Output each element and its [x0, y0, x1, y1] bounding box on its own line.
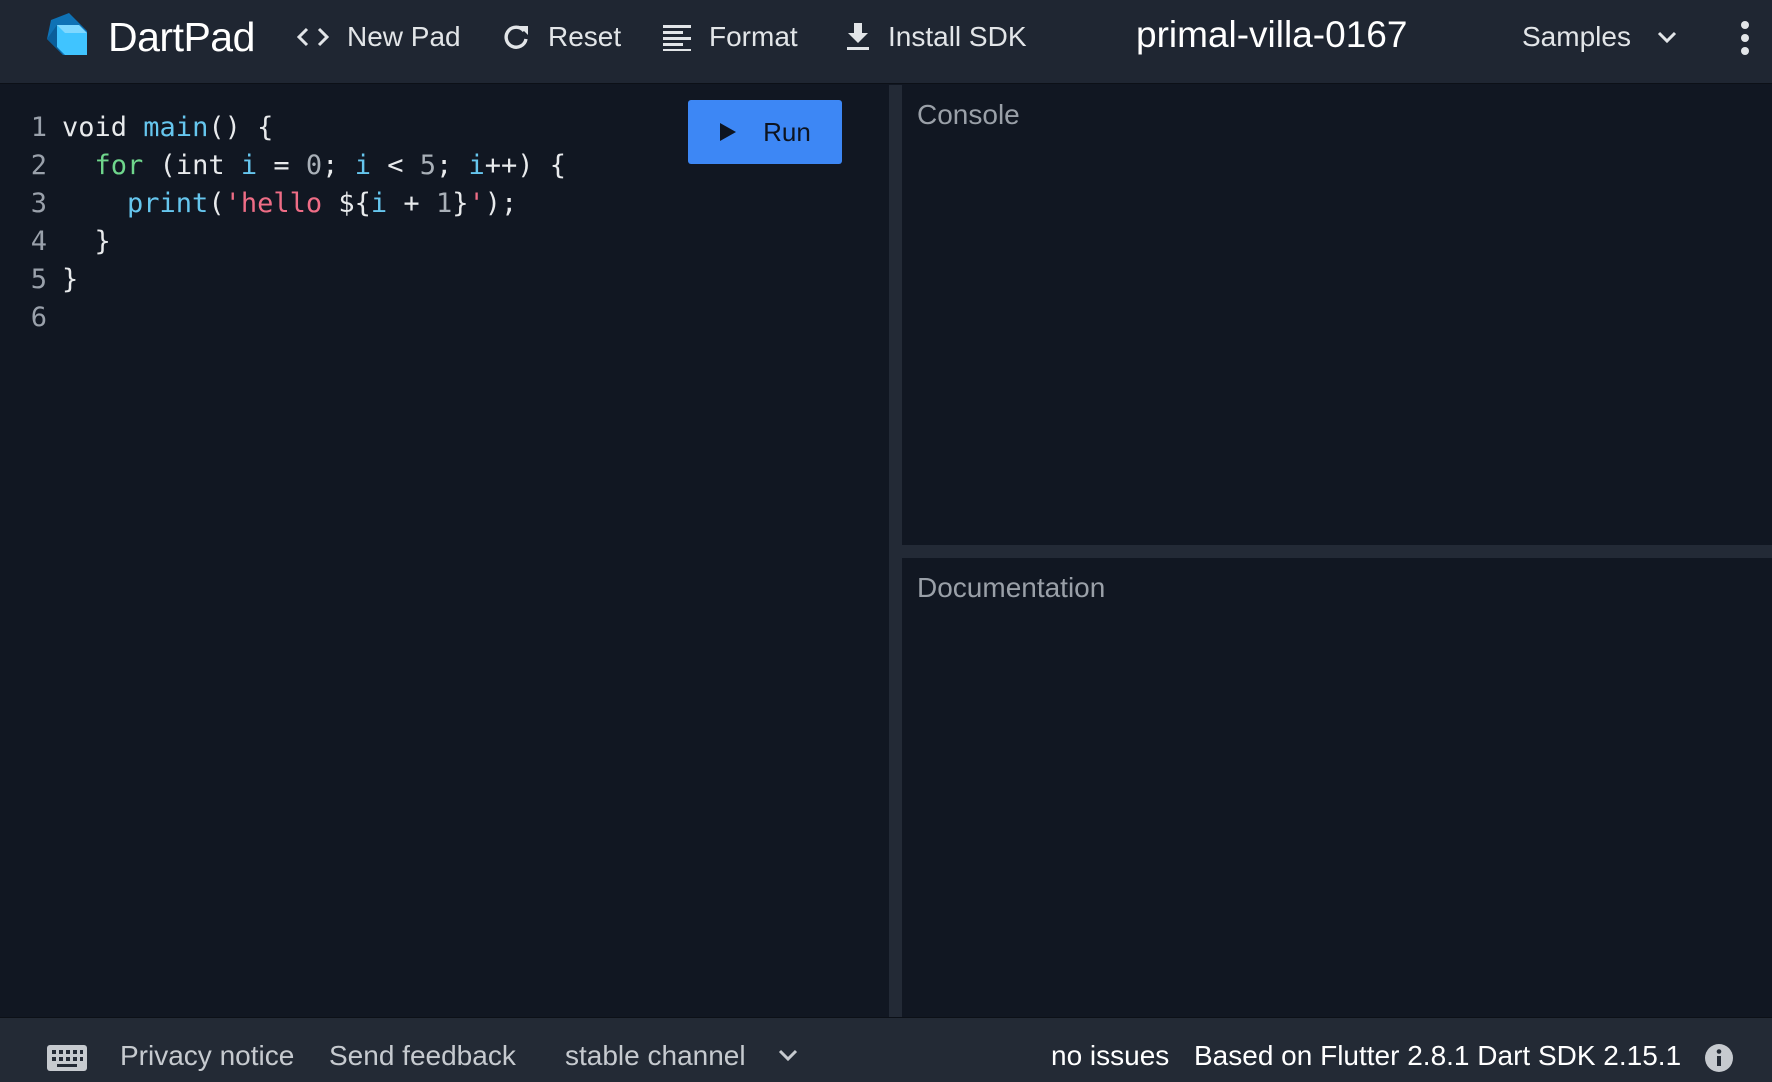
run-button[interactable]: Run [688, 100, 842, 164]
format-label: Format [709, 21, 798, 52]
samples-label: Samples [1522, 21, 1631, 52]
info-icon[interactable] [1704, 1043, 1734, 1073]
horizontal-splitter[interactable] [902, 545, 1772, 558]
console-label: Console [917, 99, 1020, 130]
line-number: 2 [30, 150, 47, 181]
vertical-splitter[interactable] [889, 85, 902, 1017]
code-line: 6 [0, 299, 566, 337]
code-line: 4 } [0, 223, 566, 261]
issues-status: no issues [1051, 1040, 1170, 1071]
install-sdk-button[interactable]: Install SDK [846, 18, 1027, 56]
code-line: 5 } [0, 261, 566, 299]
send-feedback-link[interactable]: Send feedback [329, 1040, 516, 1072]
code-brackets-icon [297, 27, 329, 47]
code-area[interactable]: 1 void main() { 2 for (int i = 0; i < 5;… [0, 109, 566, 337]
line-number: 6 [30, 302, 47, 333]
new-pad-button[interactable]: New Pad [297, 18, 461, 56]
code-line: 3 print('hello ${i + 1}'); [0, 185, 566, 223]
code-text: for (int i = 0; i < 5; i++) { [94, 150, 567, 181]
console-pane[interactable]: Console [902, 85, 1772, 545]
code-text: print('hello ${i + 1}'); [127, 188, 518, 219]
code-editor[interactable]: 1 void main() { 2 for (int i = 0; i < 5;… [0, 85, 889, 1017]
status-footer: Privacy notice Send feedback stable chan… [0, 1017, 1772, 1082]
more-vert-icon[interactable] [1730, 18, 1760, 58]
code-text: } [62, 264, 79, 295]
line-number: 5 [30, 264, 47, 295]
line-number: 4 [30, 226, 47, 257]
chevron-down-icon[interactable] [778, 1048, 798, 1062]
line-number: 3 [30, 188, 47, 219]
keyboard-icon[interactable] [47, 1045, 87, 1071]
samples-dropdown[interactable]: Samples [1522, 18, 1677, 56]
code-text: } [62, 226, 111, 257]
documentation-label: Documentation [917, 572, 1106, 603]
version-info: Based on Flutter 2.8.1 Dart SDK 2.15.1 [1194, 1040, 1682, 1071]
code-line: 1 void main() { [0, 109, 566, 147]
dart-logo[interactable] [43, 11, 93, 61]
new-pad-label: New Pad [347, 21, 461, 52]
documentation-pane[interactable]: Documentation [902, 558, 1772, 1017]
refresh-icon [504, 25, 528, 49]
run-label: Run [763, 116, 811, 147]
pad-title[interactable]: primal-villa-0167 [1136, 13, 1407, 57]
line-number: 1 [30, 112, 47, 143]
privacy-notice-link[interactable]: Privacy notice [120, 1040, 294, 1072]
reset-label: Reset [548, 21, 622, 52]
format-button[interactable]: Format [663, 18, 798, 56]
play-icon [720, 123, 737, 141]
app-header: DartPad New Pad Reset Format Install SDK [0, 0, 1772, 84]
install-sdk-label: Install SDK [888, 21, 1027, 52]
brand-name[interactable]: DartPad [108, 14, 255, 60]
code-text: void main() { [62, 112, 274, 143]
chevron-down-icon [1657, 31, 1676, 44]
format-align-icon [663, 25, 691, 51]
channel-select[interactable]: stable channel [565, 1040, 746, 1072]
reset-button[interactable]: Reset [502, 18, 621, 56]
download-icon [847, 23, 869, 50]
code-line: 2 for (int i = 0; i < 5; i++) { [0, 147, 566, 185]
